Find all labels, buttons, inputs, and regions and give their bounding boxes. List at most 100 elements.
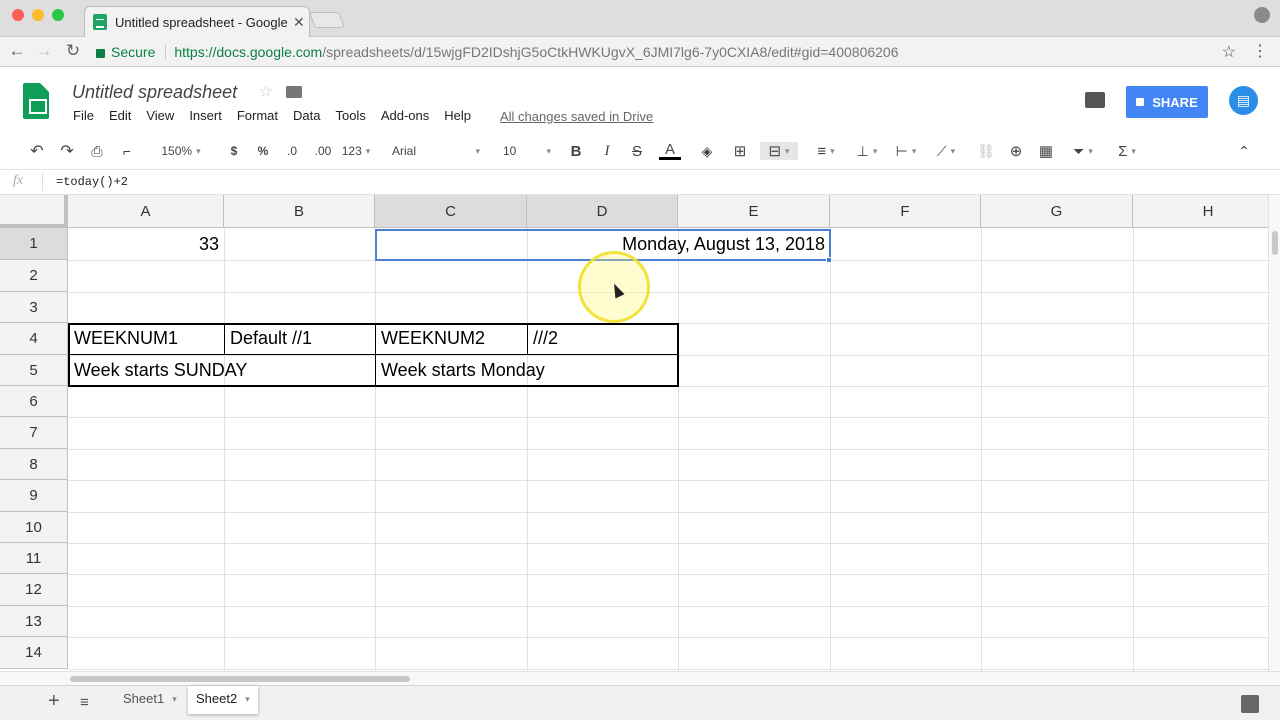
cell-a5[interactable]: Week starts SUNDAY <box>69 355 375 386</box>
column-header-f[interactable]: F <box>830 195 981 228</box>
cell-c4[interactable]: WEEKNUM2 <box>376 323 527 354</box>
cell-b4[interactable]: Default //1 <box>225 323 375 354</box>
fill-color-icon[interactable]: ◈ <box>698 142 716 160</box>
add-sheet-icon[interactable]: + <box>48 690 60 713</box>
row-header-12[interactable]: 12 <box>0 574 68 606</box>
sheet-tab-menu-icon[interactable]: ▾ <box>245 686 250 714</box>
row-header-2[interactable]: 2 <box>0 260 68 292</box>
italic-button[interactable]: I <box>599 142 615 160</box>
cell-a4[interactable]: WEEKNUM1 <box>69 323 224 354</box>
decrease-decimal-button[interactable]: .0 <box>283 142 301 160</box>
font-select[interactable]: Arial <box>392 142 480 160</box>
sheets-logo-icon[interactable] <box>23 83 49 119</box>
star-icon[interactable]: ☆ <box>258 82 273 102</box>
increase-decimal-button[interactable]: .00 <box>312 142 334 160</box>
bookmark-star-icon[interactable]: ☆ <box>1222 42 1236 62</box>
column-header-b[interactable]: B <box>224 195 375 228</box>
comments-icon[interactable] <box>1085 92 1105 108</box>
menu-view[interactable]: View <box>146 108 174 123</box>
share-button[interactable]: SHARE <box>1126 86 1208 118</box>
menu-help[interactable]: Help <box>444 108 471 123</box>
save-status-link[interactable]: All changes saved in Drive <box>500 109 653 124</box>
column-header-d[interactable]: D <box>527 195 678 228</box>
row-header-6[interactable]: 6 <box>0 386 68 417</box>
insert-link-icon[interactable]: ⛓ <box>976 142 996 160</box>
text-rotation-icon[interactable]: ⟋ <box>930 142 962 160</box>
minimize-window-icon[interactable] <box>32 9 44 21</box>
column-header-e[interactable]: E <box>678 195 830 228</box>
cell-a1[interactable]: 33 <box>69 229 224 260</box>
formula-input[interactable]: =today()+2 <box>56 175 128 189</box>
all-sheets-icon[interactable]: ≡ <box>80 694 89 711</box>
omnibox[interactable]: Secure https://docs.google.com/spreadshe… <box>96 41 1244 63</box>
menu-addons[interactable]: Add-ons <box>381 108 429 123</box>
more-formats-select[interactable]: 123 <box>340 142 372 160</box>
horizontal-align-icon[interactable]: ≡ <box>810 142 842 160</box>
fill-handle[interactable] <box>826 257 832 263</box>
folder-icon[interactable] <box>286 86 302 98</box>
cell-d4[interactable]: ///2 <box>528 323 678 354</box>
column-header-a[interactable]: A <box>68 195 224 228</box>
row-header-14[interactable]: 14 <box>0 637 68 669</box>
row-header-8[interactable]: 8 <box>0 449 68 480</box>
menu-data[interactable]: Data <box>293 108 320 123</box>
row-header-3[interactable]: 3 <box>0 292 68 323</box>
borders-icon[interactable]: ⊞ <box>731 142 749 160</box>
collapse-toolbar-icon[interactable]: ⌃ <box>1234 142 1254 160</box>
sheet-tab-menu-icon[interactable]: ▾ <box>172 686 177 714</box>
text-wrapping-icon[interactable]: ⊢ <box>890 142 922 160</box>
menu-insert[interactable]: Insert <box>189 108 222 123</box>
print-icon[interactable]: ⎙ <box>88 142 106 160</box>
row-header-13[interactable]: 13 <box>0 606 68 637</box>
url-text[interactable]: https://docs.google.com/spreadsheets/d/1… <box>174 44 898 60</box>
bold-button[interactable]: B <box>568 142 584 160</box>
close-tab-icon[interactable]: ✕ <box>293 14 305 31</box>
explore-icon[interactable] <box>1241 695 1259 713</box>
profile-icon[interactable] <box>1254 7 1270 23</box>
sheet-tab-sheet2[interactable]: Sheet2 ▾ <box>188 686 258 714</box>
maximize-window-icon[interactable] <box>52 9 64 21</box>
row-header-4[interactable]: 4 <box>0 323 68 355</box>
insert-chart-icon[interactable]: ▦ <box>1036 142 1056 160</box>
document-title[interactable]: Untitled spreadsheet <box>72 82 237 103</box>
vertical-scrollbar[interactable] <box>1268 195 1280 671</box>
merge-cells-icon[interactable]: ⊟ <box>760 142 798 160</box>
menu-edit[interactable]: Edit <box>109 108 131 123</box>
reload-icon[interactable]: ↻ <box>62 41 84 61</box>
undo-icon[interactable]: ↶ <box>28 142 46 160</box>
column-header-c[interactable]: C <box>375 195 527 228</box>
row-header-1[interactable]: 1 <box>0 228 68 260</box>
row-header-7[interactable]: 7 <box>0 417 68 449</box>
strikethrough-button[interactable]: S <box>629 142 645 160</box>
text-color-button[interactable]: A <box>659 141 681 160</box>
row-header-10[interactable]: 10 <box>0 512 68 543</box>
horizontal-scrollbar[interactable] <box>0 671 1280 685</box>
vertical-align-icon[interactable]: ⊥ <box>851 142 883 160</box>
menu-format[interactable]: Format <box>237 108 278 123</box>
horizontal-scroll-thumb[interactable] <box>70 676 410 682</box>
menu-file[interactable]: File <box>73 108 94 123</box>
paint-format-icon[interactable]: ⌐ <box>118 142 136 160</box>
row-header-11[interactable]: 11 <box>0 543 68 574</box>
back-icon[interactable]: ← <box>6 41 28 61</box>
functions-icon[interactable]: Σ <box>1110 142 1144 160</box>
currency-format-button[interactable]: $ <box>226 142 242 160</box>
close-window-icon[interactable] <box>12 9 24 21</box>
menu-tools[interactable]: Tools <box>335 108 365 123</box>
column-header-g[interactable]: G <box>981 195 1133 228</box>
browser-tab[interactable]: Untitled spreadsheet - Google ✕ <box>84 6 310 37</box>
browser-menu-icon[interactable]: ⋮ <box>1252 41 1268 61</box>
insert-comment-icon[interactable]: ⊕ <box>1006 142 1026 160</box>
select-all-corner[interactable] <box>0 195 68 228</box>
filter-icon[interactable]: ⏷ <box>1066 142 1100 160</box>
forward-icon[interactable]: → <box>33 41 55 61</box>
vertical-scroll-thumb[interactable] <box>1272 231 1278 255</box>
redo-icon[interactable]: ↷ <box>58 142 76 160</box>
sheet-tab-sheet1[interactable]: Sheet1 ▾ <box>115 686 185 714</box>
column-header-h[interactable]: H <box>1133 195 1268 228</box>
zoom-select[interactable]: 150% <box>152 142 210 160</box>
row-header-5[interactable]: 5 <box>0 355 68 386</box>
row-header-9[interactable]: 9 <box>0 480 68 512</box>
avatar[interactable]: ▤ <box>1229 86 1258 115</box>
font-size-select[interactable]: 10 <box>503 142 551 160</box>
